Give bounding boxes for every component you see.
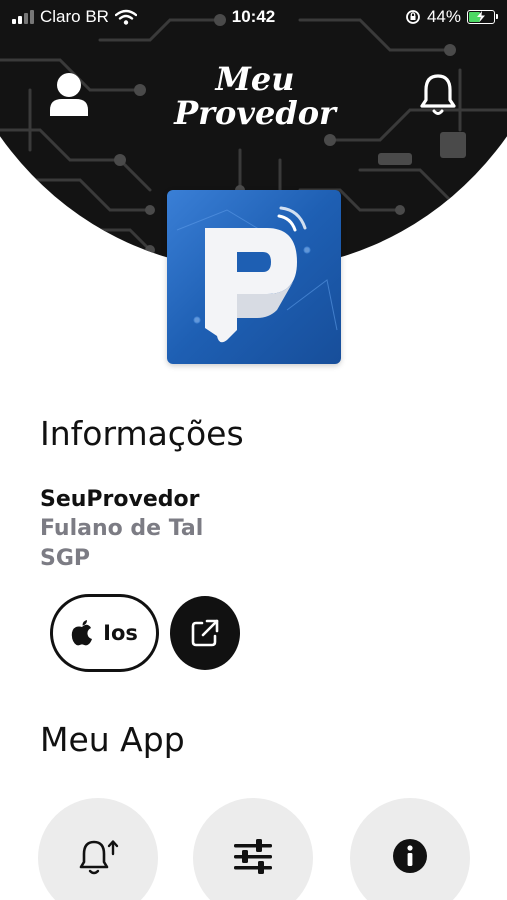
notifications-button[interactable]	[418, 72, 458, 118]
user-name: Fulano de Tal	[40, 516, 204, 541]
system-name: SGP	[40, 546, 91, 571]
info-section-title: Informações	[40, 414, 244, 453]
orientation-lock-icon	[406, 10, 420, 24]
sliders-icon	[234, 839, 272, 874]
notification-settings-button[interactable]	[38, 798, 158, 900]
battery-charging-icon	[467, 10, 498, 24]
bell-icon	[420, 74, 456, 115]
notification-settings-icon	[79, 840, 119, 875]
my-app-section-title: Meu App	[40, 720, 185, 759]
platform-label: Ios	[103, 621, 138, 645]
battery-percent: 44%	[426, 7, 461, 26]
info-icon	[393, 839, 427, 873]
settings-sliders-button[interactable]	[193, 798, 313, 900]
platform-ios-button[interactable]: Ios	[50, 594, 159, 672]
brand-line-2: Provedor	[174, 94, 336, 132]
provider-name: SeuProvedor	[40, 487, 200, 512]
about-info-button[interactable]	[350, 798, 470, 900]
provider-logo-icon	[176, 206, 338, 343]
app-screen: Claro BR 10:42 44% Meu Provedor Informaç…	[0, 0, 507, 900]
profile-button[interactable]	[48, 72, 90, 118]
open-external-button[interactable]	[170, 596, 240, 670]
user-icon	[50, 73, 88, 116]
status-right: 44%	[405, 7, 498, 27]
brand-line-1: Meu	[215, 60, 295, 98]
status-bar: Claro BR 10:42 44%	[0, 0, 507, 36]
external-link-icon	[191, 619, 219, 647]
apple-icon	[71, 620, 93, 646]
provider-logo	[167, 190, 341, 364]
brand-title: Meu Provedor	[150, 62, 360, 130]
